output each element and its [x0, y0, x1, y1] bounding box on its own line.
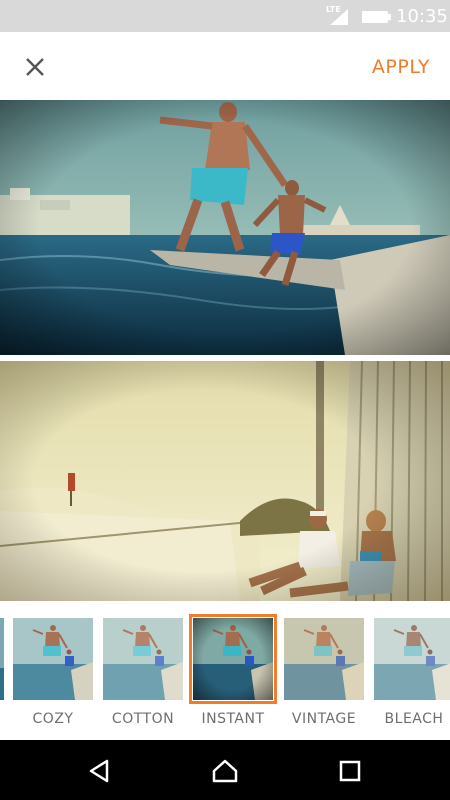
filter-thumb-partial[interactable] — [0, 618, 4, 700]
close-icon[interactable] — [20, 52, 50, 82]
filter-label-vintage: VINTAGE — [291, 711, 357, 727]
filter-label-instant: INSTANT — [201, 711, 265, 727]
filter-preview-image — [284, 618, 364, 700]
apply-button[interactable]: APPLY — [372, 56, 430, 78]
signal-icon — [330, 9, 348, 25]
clock: 10:35 — [396, 6, 448, 27]
filter-label-bleach: BLEACH — [384, 711, 444, 727]
filter-thumb-vintage[interactable] — [284, 618, 364, 700]
home-icon[interactable] — [210, 756, 240, 786]
filter-preview-image — [0, 618, 4, 700]
beach-wall-photo — [0, 361, 450, 601]
jumpers-photo — [0, 100, 450, 355]
filter-thumb-cozy[interactable] — [13, 618, 93, 700]
filter-preview-image — [103, 618, 183, 700]
filter-preview-image — [374, 618, 450, 700]
battery-icon — [362, 11, 391, 23]
recents-icon[interactable] — [335, 756, 365, 786]
navigation-bar — [0, 740, 450, 800]
filter-thumb-cotton[interactable] — [103, 618, 183, 700]
filter-preview-image — [13, 618, 93, 700]
filter-label-cotton: COTTON — [111, 711, 175, 727]
photo-preview-top — [0, 100, 450, 355]
filter-thumb-instant[interactable] — [189, 614, 277, 704]
filter-strip[interactable]: COZY COTTON INSTANT VINTAGE BLEACH — [0, 601, 450, 740]
back-icon[interactable] — [85, 756, 115, 786]
filter-preview-image — [193, 618, 273, 700]
filter-thumb-bleach[interactable] — [374, 618, 450, 700]
status-bar: LTE 10:35 — [0, 0, 450, 32]
filter-label-cozy: COZY — [32, 711, 74, 727]
photo-preview-bottom — [0, 361, 450, 601]
editor-toolbar: APPLY — [0, 32, 450, 100]
